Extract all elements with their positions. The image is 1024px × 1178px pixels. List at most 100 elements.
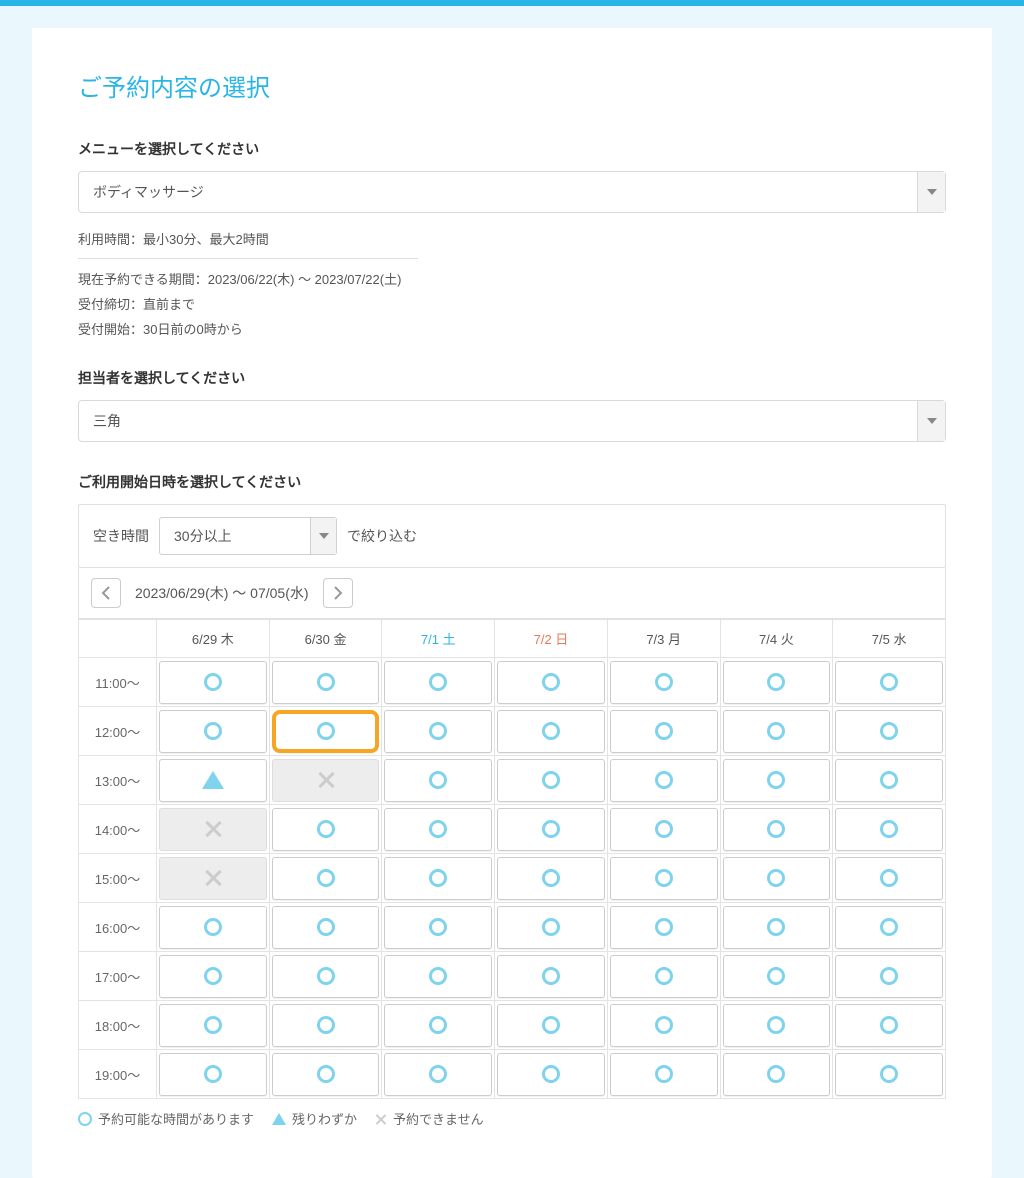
available-slot[interactable]	[384, 661, 492, 704]
available-slot[interactable]	[384, 857, 492, 900]
available-slot[interactable]	[835, 906, 943, 949]
available-slot[interactable]	[384, 808, 492, 851]
circle-icon	[767, 820, 785, 838]
available-slot[interactable]	[497, 759, 605, 802]
circle-icon	[767, 771, 785, 789]
available-slot[interactable]	[272, 955, 380, 998]
available-slot[interactable]	[159, 759, 267, 802]
available-slot[interactable]	[497, 1004, 605, 1047]
available-slot[interactable]	[610, 857, 718, 900]
available-slot[interactable]	[497, 1053, 605, 1096]
available-slot[interactable]	[610, 1053, 718, 1096]
available-slot[interactable]	[723, 857, 831, 900]
available-slot[interactable]	[384, 906, 492, 949]
circle-icon	[429, 918, 447, 936]
time-label: 18:00～	[79, 1001, 157, 1050]
circle-icon	[880, 869, 898, 887]
time-column-header	[79, 620, 157, 658]
circle-icon	[429, 722, 447, 740]
available-slot[interactable]	[835, 661, 943, 704]
circle-icon	[429, 1016, 447, 1034]
available-slot[interactable]	[497, 955, 605, 998]
available-slot[interactable]	[835, 1004, 943, 1047]
time-label: 17:00～	[79, 952, 157, 1001]
time-label: 13:00～	[79, 756, 157, 805]
circle-icon	[542, 771, 560, 789]
available-slot[interactable]	[272, 906, 380, 949]
available-slot[interactable]	[610, 1004, 718, 1047]
circle-icon	[880, 673, 898, 691]
circle-icon	[204, 967, 222, 985]
available-slot[interactable]	[835, 857, 943, 900]
available-slot[interactable]	[272, 661, 380, 704]
duration-filter-select[interactable]: 30分以上	[159, 517, 337, 555]
available-slot[interactable]	[723, 1004, 831, 1047]
circle-icon	[880, 1065, 898, 1083]
menu-select[interactable]: ボディマッサージ	[78, 171, 946, 213]
available-slot[interactable]	[723, 661, 831, 704]
available-slot[interactable]	[835, 808, 943, 851]
available-slot[interactable]	[272, 1053, 380, 1096]
available-slot[interactable]	[159, 710, 267, 753]
available-slot[interactable]	[384, 759, 492, 802]
staff-select[interactable]: 三角	[78, 400, 946, 442]
available-slot[interactable]	[272, 808, 380, 851]
available-slot[interactable]	[272, 857, 380, 900]
available-slot[interactable]	[723, 808, 831, 851]
circle-icon	[317, 1065, 335, 1083]
available-slot[interactable]	[723, 906, 831, 949]
available-slot[interactable]	[835, 759, 943, 802]
available-slot[interactable]	[384, 1004, 492, 1047]
circle-icon	[655, 771, 673, 789]
day-header: 7/4 火	[720, 620, 833, 658]
x-icon	[317, 771, 335, 789]
date-range-label: 2023/06/29(木) ～ 07/05(水)	[135, 583, 309, 603]
available-slot[interactable]	[497, 661, 605, 704]
available-slot[interactable]	[497, 710, 605, 753]
circle-icon	[542, 918, 560, 936]
available-slot[interactable]	[272, 710, 380, 753]
available-slot[interactable]	[384, 710, 492, 753]
available-slot[interactable]	[835, 955, 943, 998]
day-header: 7/2 日	[495, 620, 608, 658]
available-slot[interactable]	[610, 808, 718, 851]
available-slot[interactable]	[159, 1053, 267, 1096]
available-slot[interactable]	[497, 857, 605, 900]
available-slot[interactable]	[384, 1053, 492, 1096]
staff-select-value: 三角	[79, 401, 917, 441]
time-label: 12:00～	[79, 707, 157, 756]
available-slot[interactable]	[384, 955, 492, 998]
available-slot[interactable]	[723, 759, 831, 802]
available-slot[interactable]	[159, 1004, 267, 1047]
available-slot[interactable]	[835, 710, 943, 753]
circle-icon	[767, 1016, 785, 1034]
available-slot[interactable]	[835, 1053, 943, 1096]
circle-icon	[767, 1065, 785, 1083]
available-slot[interactable]	[159, 661, 267, 704]
day-header: 6/30 金	[269, 620, 382, 658]
available-slot[interactable]	[610, 759, 718, 802]
duration-filter-value: 30分以上	[160, 518, 310, 554]
available-slot[interactable]	[723, 1053, 831, 1096]
available-slot[interactable]	[497, 906, 605, 949]
available-slot[interactable]	[159, 906, 267, 949]
available-slot[interactable]	[497, 808, 605, 851]
available-slot[interactable]	[610, 661, 718, 704]
available-slot[interactable]	[723, 710, 831, 753]
circle-icon	[542, 820, 560, 838]
next-week-button[interactable]	[323, 578, 353, 608]
usage-time-info: 利用時間：最小30分、最大2時間	[78, 229, 418, 259]
available-slot[interactable]	[610, 955, 718, 998]
available-slot[interactable]	[159, 955, 267, 998]
available-slot[interactable]	[723, 955, 831, 998]
availability-calendar: 6/29 木6/30 金7/1 土7/2 日7/3 月7/4 火7/5 水 11…	[78, 619, 946, 1099]
available-slot[interactable]	[610, 710, 718, 753]
circle-icon	[542, 722, 560, 740]
available-slot[interactable]	[272, 1004, 380, 1047]
circle-icon	[317, 967, 335, 985]
deadline-info: 受付締切：直前まで	[78, 294, 946, 313]
available-slot[interactable]	[610, 906, 718, 949]
circle-icon	[78, 1112, 92, 1126]
prev-week-button[interactable]	[91, 578, 121, 608]
chevron-down-icon	[319, 533, 329, 539]
